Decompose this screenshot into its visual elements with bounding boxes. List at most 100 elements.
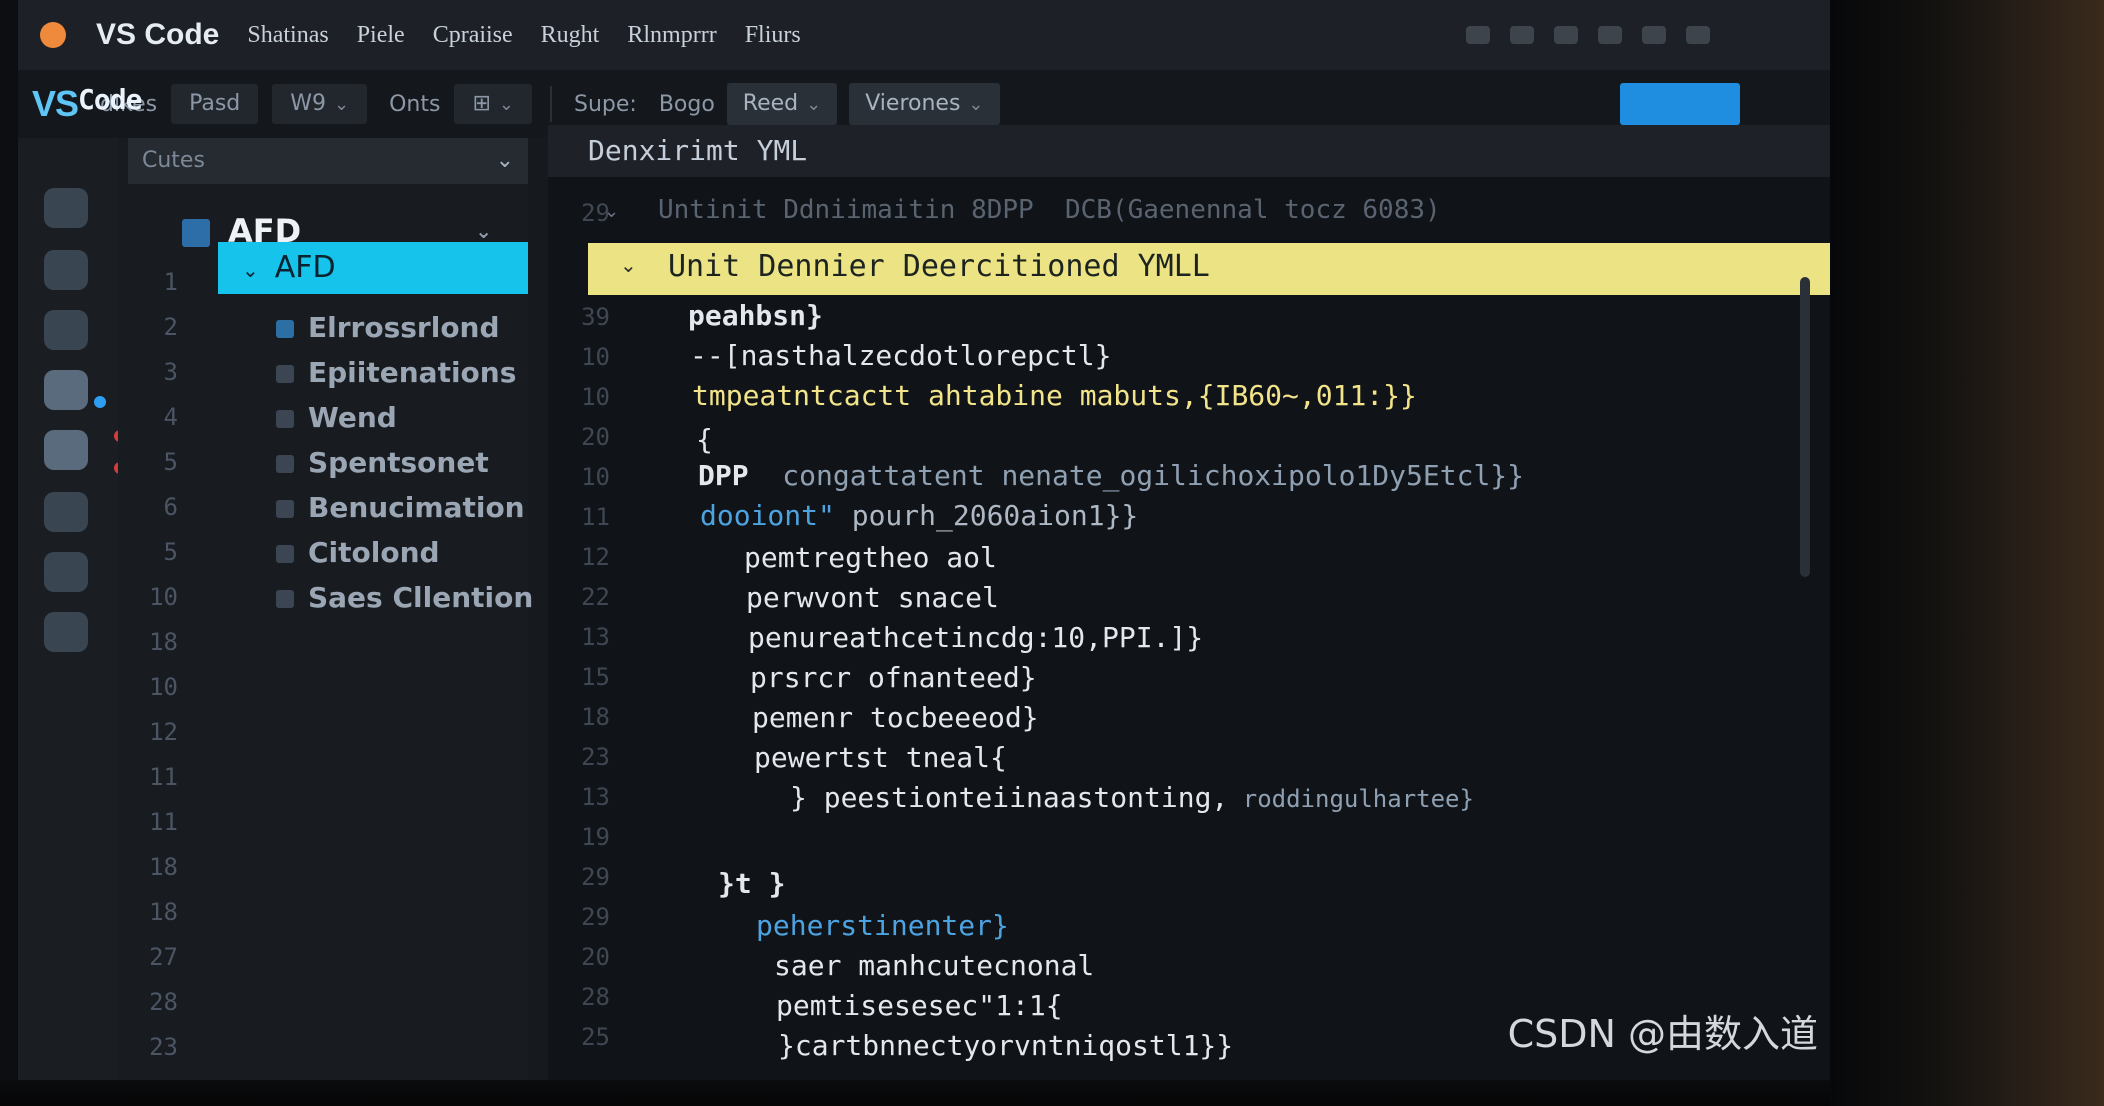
code-line: penureathcetincdg:10,PPI.]} [748, 621, 1204, 654]
file-icon [276, 500, 294, 518]
toolbar-label[interactable]: Bogo [659, 92, 715, 117]
sidebar-item[interactable]: Spentsonet [276, 443, 489, 483]
line-number: 23 [581, 743, 610, 771]
line-number: 29 [581, 863, 610, 891]
sidebar-item[interactable]: Citolond [276, 533, 440, 573]
code-line: }t } [718, 867, 786, 900]
search-icon[interactable] [44, 310, 88, 350]
code-line: saer manhcutecnonal [774, 949, 1095, 982]
monitor-bezel-right [1830, 0, 2104, 1106]
chevron-down-icon: ⌄ [334, 94, 350, 115]
screen: VS Code Shatinas Piele Cpraiise Rught Rl… [18, 0, 1830, 1080]
gutter-number: 12 [149, 718, 178, 746]
menu-item[interactable]: Fliurs [745, 22, 801, 49]
gutter-number: 28 [149, 988, 178, 1016]
line-number: 10 [581, 463, 610, 491]
line-number: 28 [581, 983, 610, 1011]
filter-placeholder: Cutes [142, 148, 205, 173]
window-close-dot[interactable] [40, 22, 66, 48]
chevron-down-icon: ⌄ [495, 148, 514, 173]
more-icon[interactable] [1686, 26, 1710, 44]
gutter-number: 10 [149, 583, 178, 611]
line-number: 20 [581, 423, 610, 451]
grid-icon: ⊞ [472, 91, 491, 116]
gutter-number: 11 [149, 808, 178, 836]
line-number: 11 [581, 503, 610, 531]
settings-icon[interactable] [1598, 26, 1622, 44]
line-number: 20 [581, 943, 610, 971]
monitor-bezel-bottom [0, 1080, 1830, 1106]
line-number: 19 [581, 823, 610, 851]
sidebar-item[interactable]: Epiitenations [276, 353, 516, 393]
chevron-down-icon: ⌄ [968, 94, 984, 115]
menu-item[interactable]: Rlnmprrr [627, 22, 716, 49]
file-icon [276, 320, 294, 338]
sidebar-item-selected[interactable]: ⌄ AFD [218, 242, 528, 294]
grid-select[interactable]: ⊞ ⌄ [454, 84, 532, 124]
gutter-number: 11 [149, 763, 178, 791]
sidebar-filter[interactable]: Cutes ⌄ [128, 138, 528, 184]
primary-action-button[interactable] [1620, 83, 1740, 125]
line-number: 18 [581, 703, 610, 731]
toolbar-label[interactable]: Onts [389, 92, 440, 117]
code-editor[interactable]: 29 ⌄ Untinit Ddniimaitin 8DPP DCB(Gaenen… [548, 177, 1830, 1080]
line-number: 12 [581, 543, 610, 571]
sidebar-item[interactable]: Saes Cllention [276, 578, 533, 618]
gutter-number: 18 [149, 898, 178, 926]
file-icon [276, 410, 294, 428]
gutter-number: 10 [149, 673, 178, 701]
debug-icon[interactable] [44, 430, 88, 470]
settings-gear-icon[interactable] [44, 612, 88, 652]
toolbar-button[interactable]: Pasd [171, 84, 259, 124]
gutter-number: 27 [149, 943, 178, 971]
toolbar-select[interactable]: W9 ⌄ [272, 84, 368, 124]
file-icon [276, 590, 294, 608]
activity-bar [18, 138, 126, 1080]
badge-dot [94, 396, 106, 408]
extensions-icon[interactable] [44, 492, 88, 532]
account-icon[interactable] [1554, 26, 1578, 44]
menu-item[interactable]: Shatinas [247, 22, 328, 49]
menu-item[interactable]: Piele [357, 22, 405, 49]
menu-item[interactable]: Cpraiise [433, 22, 513, 49]
line-number: 10 [581, 343, 610, 371]
line-number: 13 [581, 783, 610, 811]
sidebar-item[interactable]: Wend [276, 398, 397, 438]
code-line: tmpeatntcactt ahtabine mabuts,{IB60~,011… [692, 379, 1417, 412]
source-control-icon[interactable] [44, 370, 88, 410]
monitor-bezel-left [0, 0, 18, 1080]
code-line-faded: Untinit Ddniimaitin 8DPP DCB(Gaenennal t… [658, 195, 1441, 225]
sidebar-item[interactable]: Elrrossrlond [276, 308, 500, 348]
title-bar-icons [1466, 26, 1710, 44]
line-number: 15 [581, 663, 610, 691]
bell-icon[interactable] [1642, 26, 1666, 44]
menu-item[interactable]: Rught [541, 22, 600, 49]
sidebar: Cutes ⌄ AFD ⌄ ⌄ AFD 1 2 3 4 5 6 5 10 18 1… [118, 138, 533, 1080]
line-number: 25 [581, 1023, 610, 1051]
code-line: peherstinenter} [756, 909, 1009, 942]
window-icon[interactable] [1466, 26, 1490, 44]
explorer-icon[interactable] [44, 250, 88, 290]
code-line: dooiont" pourh_2060aion1}} [700, 499, 1139, 532]
accounts-icon[interactable] [44, 552, 88, 592]
fold-chevron-icon[interactable]: ⌄ [604, 201, 634, 222]
sync-icon[interactable] [1510, 26, 1534, 44]
editor-scrollbar[interactable] [1800, 277, 1810, 577]
gutter-number: 5 [163, 538, 178, 566]
sidebar-item[interactable]: Benucimation [276, 488, 525, 528]
code-line: { [696, 423, 713, 456]
home-icon[interactable] [44, 188, 88, 228]
toolbar-label[interactable]: Supe: [574, 92, 637, 117]
gutter-number: 5 [163, 448, 178, 476]
line-number: 39 [581, 303, 610, 331]
folder-icon [182, 219, 210, 247]
brand-logo: VS Code [32, 83, 142, 124]
editor-tab[interactable]: Denxirimt YML [548, 125, 1830, 177]
reed-select[interactable]: Reed ⌄ [726, 83, 838, 125]
title-bar: VS Code Shatinas Piele Cpraiise Rught Rl… [18, 0, 1830, 71]
versions-select[interactable]: Vierones ⌄ [849, 83, 1000, 125]
file-icon [276, 545, 294, 563]
fold-chevron-icon[interactable]: ⌄ [620, 253, 637, 277]
code-line: pewertst tneal{ [754, 741, 1007, 774]
code-line: }cartbnnectyorvntniqostl1}} [778, 1029, 1234, 1062]
